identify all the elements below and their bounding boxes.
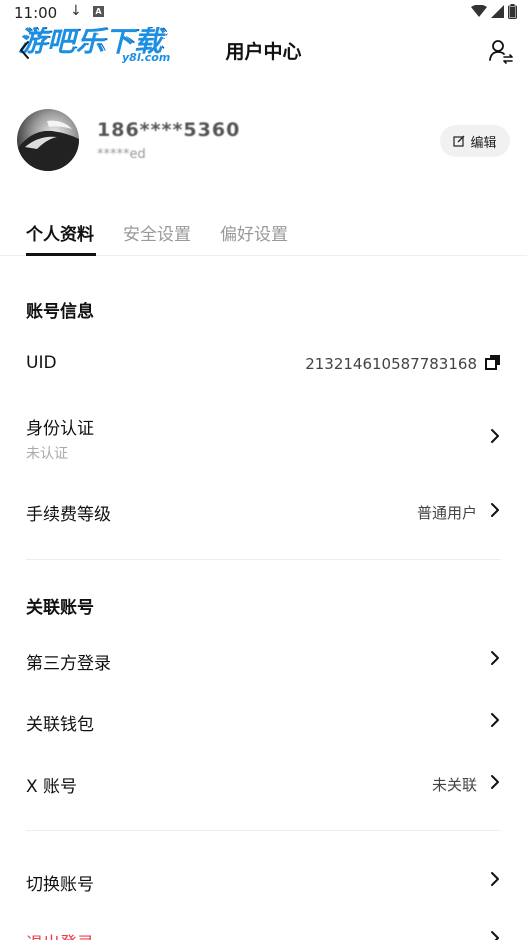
x-account-value: 未关联 [431,776,477,794]
fee-level-label[interactable]: 手续费等级 [26,500,111,525]
tab-preferences[interactable]: 偏好设置 [220,220,288,245]
battery-icon [508,4,517,19]
uid-label: UID [26,353,57,373]
section-title-account-info: 账号信息 [26,302,94,322]
tab-indicator [26,253,96,256]
tab-security[interactable]: 安全设置 [123,220,191,245]
tab-bar: 个人资料 安全设置 偏好设置 [0,215,527,256]
section-divider [26,559,501,560]
chevron-right-icon[interactable] [490,871,500,887]
signal-icon [491,5,504,18]
section-title-linked-accounts: 关联账号 [26,598,94,618]
chevron-right-icon[interactable] [490,502,500,518]
fee-level-value: 普通用户 [416,504,477,522]
profile-name: 186****5360 [97,119,241,141]
user-switch-icon[interactable] [488,38,514,64]
third-party-login-label[interactable]: 第三方登录 [26,649,111,674]
chevron-right-icon[interactable] [490,774,500,790]
notification-icon: A [93,6,104,17]
tab-profile[interactable]: 个人资料 [26,220,94,245]
profile-subtitle: *****ed [97,147,146,162]
chevron-right-icon[interactable] [490,650,500,666]
edit-button-label: 编辑 [470,135,497,151]
x-account-label[interactable]: X 账号 [26,772,77,797]
wifi-icon [471,5,487,17]
identity-status: 未认证 [26,446,68,462]
edit-button[interactable]: 编辑 [440,125,510,157]
avatar[interactable] [17,109,79,171]
page-title: 用户中心 [225,41,302,63]
logout-label[interactable]: 退出登录 [26,929,94,940]
identity-label[interactable]: 身份认证 [26,414,94,439]
edit-icon [453,135,465,147]
uid-value: 213214610587783168 [305,355,477,373]
chevron-right-icon[interactable] [490,930,500,940]
download-icon: ↓ [70,3,82,19]
linked-wallet-label[interactable]: 关联钱包 [26,710,94,735]
copy-icon[interactable] [485,354,501,370]
status-icons [471,4,517,19]
section-divider [26,830,501,831]
chevron-right-icon[interactable] [490,712,500,728]
chevron-right-icon[interactable] [490,428,500,444]
switch-account-label[interactable]: 切换账号 [26,870,94,895]
